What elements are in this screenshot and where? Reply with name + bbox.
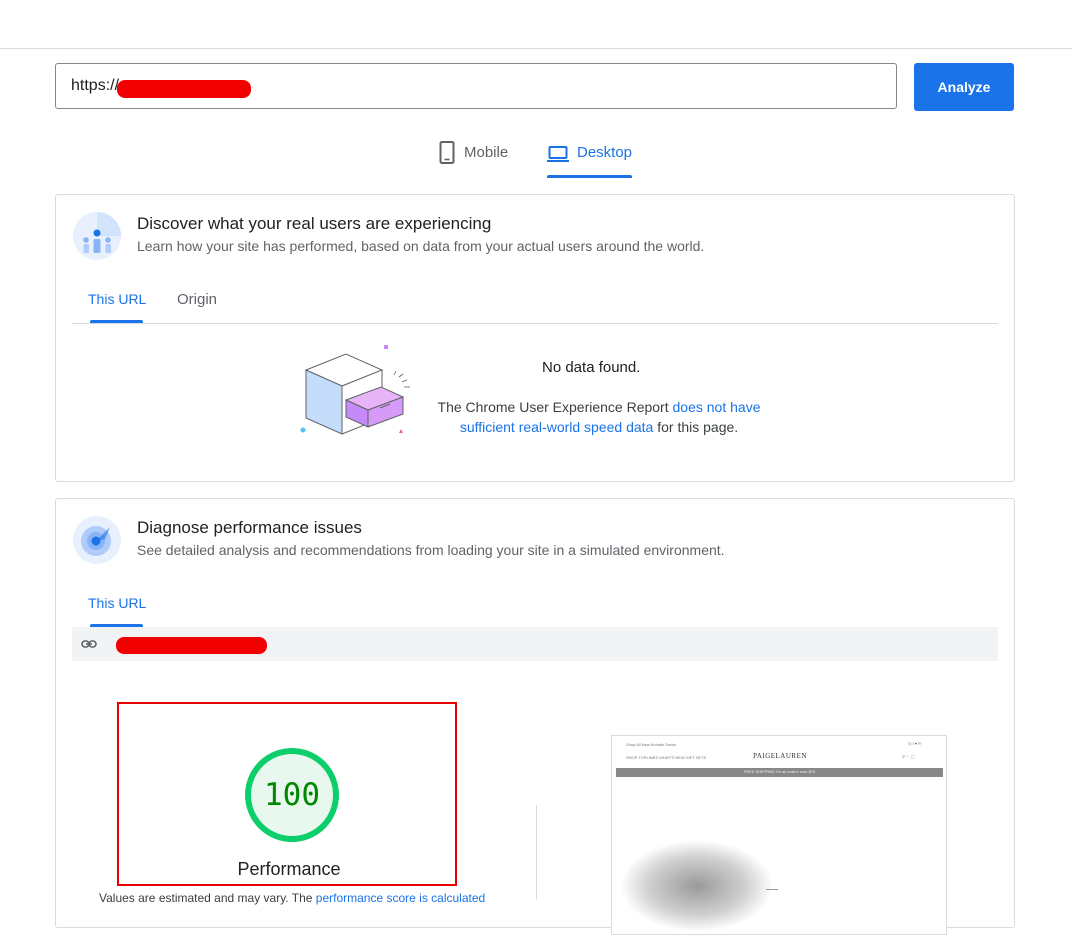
vertical-divider [536, 805, 537, 900]
lab-data-subtitle: See detailed analysis and recommendation… [137, 542, 725, 558]
lab-data-card: Diagnose performance issues See detailed… [55, 498, 1015, 935]
tab-desktop-label: Desktop [577, 144, 633, 161]
analyze-button[interactable]: Analyze [914, 63, 1014, 111]
no-data-text-post: for this page. [653, 419, 739, 435]
thumb-blurred-image [622, 841, 772, 931]
tab-desktop-indicator [547, 175, 632, 178]
disclaimer-text: Values are estimated and may vary. The [99, 891, 316, 905]
thumb-social-icons: ◎ f ♥ ℗ [908, 741, 922, 746]
performance-score-highlight: 100 Performance [117, 702, 457, 886]
redacted-url-overlay [117, 80, 251, 98]
no-data-title: No data found. [542, 359, 641, 376]
lab-data-title: Diagnose performance issues [137, 518, 362, 537]
no-data-description: The Chrome User Experience Report does n… [416, 397, 782, 437]
phone-icon [439, 141, 455, 164]
thumb-top-links: Shop All New Arrivals Socks [626, 742, 677, 747]
tab-mobile-label: Mobile [464, 144, 509, 161]
tabs-divider [72, 323, 998, 324]
field-data-title: Discover what your real users are experi… [137, 214, 492, 233]
performance-label[interactable]: Performance [119, 859, 459, 880]
tab-origin[interactable]: Origin [177, 291, 217, 308]
field-data-card: Discover what your real users are experi… [55, 194, 1015, 482]
tab-desktop[interactable]: Desktop [547, 140, 632, 178]
field-data-subtitle: Learn how your site has performed, based… [137, 238, 705, 254]
thumb-nav-icons: ⚲ ♡ ▢ [902, 754, 915, 759]
performance-score: 100 [264, 777, 320, 813]
empty-drawer-illustration [300, 345, 410, 435]
tab-mobile[interactable]: Mobile [438, 140, 508, 178]
header-divider [0, 48, 1072, 49]
users-icon [73, 212, 121, 260]
final-screenshot-thumbnail: Shop All New Arrivals Socks ◎ f ♥ ℗ SHOP… [611, 735, 947, 935]
tab-lab-this-url[interactable]: This URL [88, 595, 146, 611]
link-icon [81, 640, 97, 648]
laptop-icon [547, 146, 569, 162]
thumb-banner: FREE SHIPPING On all orders over $75 [616, 768, 943, 777]
score-calculation-link[interactable]: performance score is calculated [316, 891, 485, 905]
gauge-target-icon [73, 516, 121, 564]
tab-this-url[interactable]: This URL [88, 291, 146, 307]
redacted-tested-url [116, 637, 267, 654]
thumb-banner-text: FREE SHIPPING On all orders over $75 [743, 769, 816, 774]
score-disclaimer: Values are estimated and may vary. The p… [99, 891, 485, 905]
no-data-text-pre: The Chrome User Experience Report [437, 399, 673, 415]
thumb-dash [766, 889, 778, 890]
tested-url-row [72, 627, 998, 661]
thumb-brand: PAIGELAUREN [753, 752, 807, 760]
